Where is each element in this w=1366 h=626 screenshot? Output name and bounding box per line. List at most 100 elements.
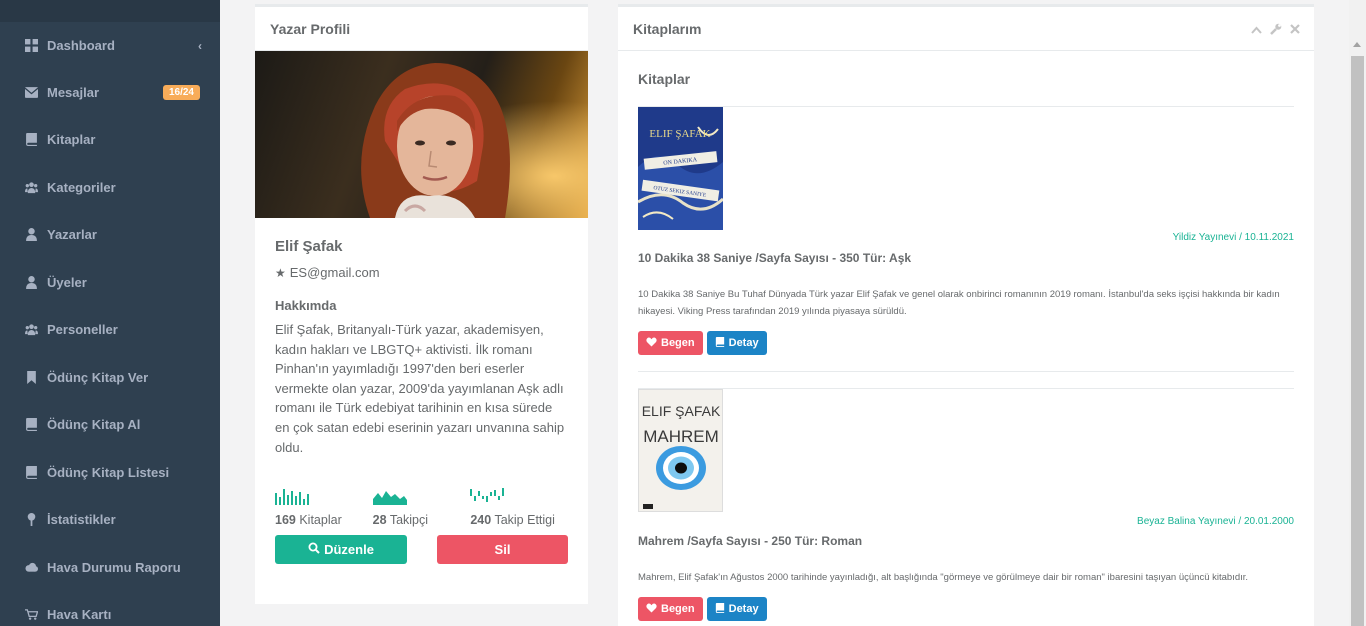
sidebar-item-yazarlar[interactable]: Yazarlar [0, 211, 220, 258]
divider [638, 371, 1294, 372]
book-icon [715, 602, 725, 616]
stat-value: 240 [470, 513, 492, 528]
like-button-label: Begen [661, 603, 695, 615]
envelope-icon [24, 86, 38, 100]
panel-title: Yazar Profili [255, 7, 588, 51]
sidebar: Dashboard ‹ Mesajlar 16/24 Kitaplar Kate… [0, 0, 220, 626]
book-icon [24, 466, 38, 480]
wrench-icon[interactable] [1270, 23, 1282, 38]
edit-button-label: Düzenle [324, 542, 374, 558]
book-icon [24, 133, 38, 147]
sidebar-item-odunc-kitap-listesi[interactable]: Ödünç Kitap Listesi [0, 449, 220, 496]
book-card: ELIF ŞAFAK MAHREM Beyaz Balina Yayınevi … [638, 388, 1294, 626]
stat-value: 169 [275, 513, 296, 528]
book-cover-image[interactable]: ELIF ŞAFAK MAHREM [638, 389, 723, 512]
stat-label: Takipçi [389, 513, 429, 528]
search-icon [308, 542, 320, 557]
scrollbar-thumb[interactable] [1351, 56, 1364, 626]
scroll-up-arrow-icon[interactable] [1353, 42, 1361, 47]
sidebar-item-label: Kategoriler [47, 180, 116, 195]
sidebar-item-label: Ödünç Kitap Listesi [47, 465, 170, 480]
sidebar-item-label: Ödünç Kitap Ver [47, 370, 149, 385]
sidebar-item-kitaplar[interactable]: Kitaplar [0, 116, 220, 163]
area-sparkline-icon [372, 487, 471, 506]
page-scrollbar[interactable] [1349, 0, 1366, 626]
th-large-icon [24, 39, 38, 53]
detail-button-label: Detay [728, 603, 759, 615]
like-button[interactable]: Begen [638, 331, 703, 355]
sidebar-item-odunc-kitap-al[interactable]: Ödünç Kitap Al [0, 401, 220, 448]
detail-button[interactable]: Detay [706, 597, 767, 621]
delete-button[interactable]: Sil [437, 535, 568, 565]
bookmark-icon [24, 371, 38, 385]
author-profile-panel: Yazar Profili Elif Şafak ★ ES@gmail.com … [255, 4, 588, 604]
sidebar-item-mesajlar[interactable]: Mesajlar 16/24 [0, 69, 220, 116]
sidebar-item-label: Hava Durumu Raporu [47, 560, 181, 575]
detail-button[interactable]: Detay [706, 331, 767, 355]
author-name: Elif Şafak [275, 238, 343, 255]
book-icon [715, 336, 725, 350]
book-title: Mahrem /Sayfa Sayısı - 250 Tür: Roman [638, 534, 863, 548]
sidebar-item-hava-karti[interactable]: Hava Kartı [0, 591, 220, 626]
bar-sparkline-icon [275, 487, 373, 506]
sidebar-item-label: Mesajlar [47, 85, 100, 100]
users-icon [24, 323, 38, 337]
delete-button-label: Sil [494, 542, 511, 558]
sidebar-item-label: Yazarlar [47, 227, 97, 242]
user-icon [24, 228, 38, 242]
heart-icon [646, 603, 657, 616]
book-description: Mahrem, Elif Şafak'ın Ağustos 2000 tarih… [638, 572, 1249, 583]
close-icon[interactable] [1290, 23, 1300, 38]
like-button[interactable]: Begen [638, 597, 703, 621]
sidebar-header [0, 0, 220, 22]
sidebar-item-odunc-kitap-ver[interactable]: Ödünç Kitap Ver [0, 354, 220, 401]
books-heading: Kitaplar [638, 71, 691, 87]
sidebar-item-uyeler[interactable]: Üyeler [0, 259, 220, 306]
book-actions: Begen Detay [638, 331, 767, 355]
author-stats: 169 Kitaplar 28 Takipçi 240 Takip Ettigi [275, 487, 568, 527]
sidebar-item-label: Ödünç Kitap Al [47, 417, 141, 432]
sidebar-item-kategoriler[interactable]: Kategoriler [0, 164, 220, 211]
book-description: 10 Dakika 38 Saniye Bu Tuhaf Dünyada Tür… [638, 289, 1280, 317]
stat-following: 240 Takip Ettigi [470, 487, 568, 527]
sidebar-item-label: Kitaplar [47, 132, 96, 147]
book-title: 10 Dakika 38 Saniye /Sayfa Sayısı - 350 … [638, 251, 912, 265]
map-marker-icon [24, 513, 38, 527]
sidebar-item-personeller[interactable]: Personeller [0, 306, 220, 353]
cover-author: ELIF ŞAFAK [642, 403, 721, 419]
chevron-left-icon: ‹ [198, 38, 202, 53]
sidebar-item-label: Hava Kartı [47, 607, 112, 622]
book-actions: Begen Detay [638, 597, 767, 621]
stat-label: Takip Ettigi [494, 513, 555, 528]
cloud-icon [24, 561, 38, 575]
sidebar-item-label: Personeller [47, 322, 118, 337]
author-email: ES@gmail.com [289, 265, 380, 280]
my-books-panel: Kitaplarım Kitaplar ELIF ŞAFAK ON DAKIKA [618, 4, 1314, 626]
author-photo [255, 51, 588, 218]
book-cover-image[interactable]: ELIF ŞAFAK ON DAKIKA OTUZ SEKIZ SANIYE [638, 107, 723, 230]
sidebar-item-label: İstatistikler [47, 512, 116, 527]
sidebar-item-label: Dashboard [47, 38, 115, 53]
divider [638, 106, 1294, 107]
about-heading: Hakkımda [275, 298, 337, 313]
author-email-row: ★ ES@gmail.com [275, 265, 568, 280]
sidebar-item-dashboard[interactable]: Dashboard ‹ [0, 22, 220, 69]
sidebar-item-istatistikler[interactable]: İstatistikler [0, 496, 220, 543]
like-button-label: Begen [661, 337, 695, 349]
message-count-badge: 16/24 [162, 85, 200, 100]
about-text: Elif Şafak, Britanyalı-Türk yazar, akade… [275, 322, 565, 455]
sidebar-item-hava-durumu-raporu[interactable]: Hava Durumu Raporu [0, 544, 220, 591]
edit-button[interactable]: Düzenle [275, 535, 407, 565]
stat-value: 28 [372, 513, 387, 528]
cover-title: MAHREM [643, 427, 719, 446]
users-icon [24, 181, 38, 195]
book-publisher-date: Beyaz Balina Yayınevi / 20.01.2000 [1137, 516, 1294, 527]
divider [638, 388, 1294, 389]
cover-author: ELIF ŞAFAK [649, 128, 710, 140]
chevron-up-icon[interactable] [1251, 23, 1262, 38]
detail-button-label: Detay [728, 337, 759, 349]
star-icon: ★ [275, 265, 286, 280]
stat-followers: 28 Takipçi [372, 487, 471, 528]
book-card: ELIF ŞAFAK ON DAKIKA OTUZ SEKIZ SANIYE Y… [638, 106, 1294, 372]
tristate-sparkline-icon [470, 487, 568, 505]
